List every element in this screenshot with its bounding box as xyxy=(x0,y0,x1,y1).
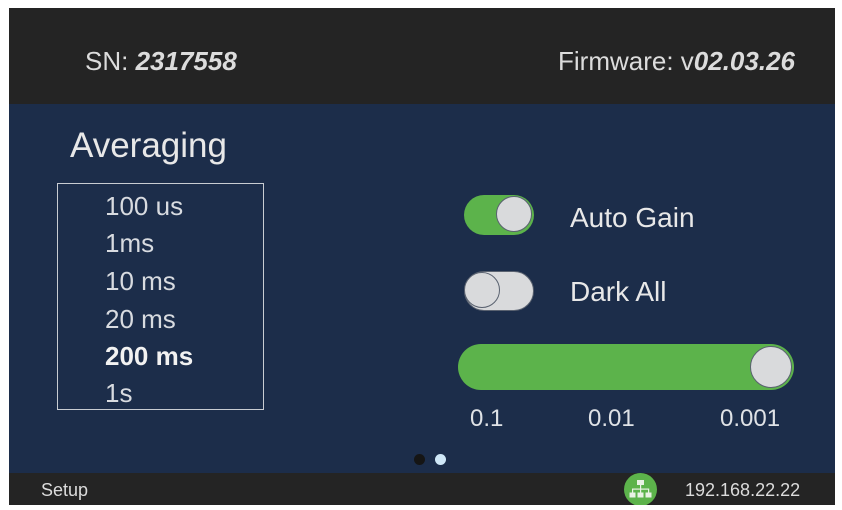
device-screen: SN: 2317558 Firmware: v02.03.26 Averagin… xyxy=(9,8,835,505)
averaging-option-10ms[interactable]: 10 ms xyxy=(105,266,176,296)
firmware-version: Firmware: v02.03.26 xyxy=(558,46,795,76)
gain-slider[interactable] xyxy=(458,344,794,390)
dark-all-toggle[interactable] xyxy=(464,271,534,311)
slider-tick-label: 0.1 xyxy=(470,405,504,432)
averaging-option-1s[interactable]: 1s xyxy=(105,378,132,408)
slider-tick-label: 0.001 xyxy=(720,405,781,432)
footer-bar: Setup 192.168.22.22 xyxy=(9,473,835,505)
slider-tick-label: 0.01 xyxy=(588,405,635,432)
header-bar: SN: 2317558 Firmware: v02.03.26 xyxy=(9,8,835,104)
averaging-list[interactable]: 100 us 1ms 10 ms 20 ms 200 ms 1s xyxy=(57,183,264,410)
ip-address: 192.168.22.22 xyxy=(685,480,801,500)
averaging-title: Averaging xyxy=(70,126,227,165)
auto-gain-toggle[interactable] xyxy=(464,195,534,235)
averaging-option-100us[interactable]: 100 us xyxy=(105,191,183,221)
auto-gain-toggle-knob xyxy=(496,196,532,232)
gain-slider-thumb[interactable] xyxy=(750,346,792,388)
page-indicator-dot-2[interactable] xyxy=(435,454,446,465)
page-indicator-dot-1[interactable] xyxy=(414,454,425,465)
serial-number: SN: 2317558 xyxy=(85,46,237,76)
averaging-option-20ms[interactable]: 20 ms xyxy=(105,304,176,334)
dark-all-toggle-knob xyxy=(464,272,500,308)
averaging-option-200ms[interactable]: 200 ms xyxy=(105,341,193,371)
serial-number-value: 2317558 xyxy=(135,46,237,76)
auto-gain-label: Auto Gain xyxy=(570,202,695,233)
averaging-option-1ms[interactable]: 1ms xyxy=(105,228,154,258)
dark-all-label: Dark All xyxy=(570,276,667,307)
setup-label: Setup xyxy=(41,480,89,500)
firmware-version-value: 02.03.26 xyxy=(693,46,795,76)
network-connected-icon xyxy=(624,473,657,505)
